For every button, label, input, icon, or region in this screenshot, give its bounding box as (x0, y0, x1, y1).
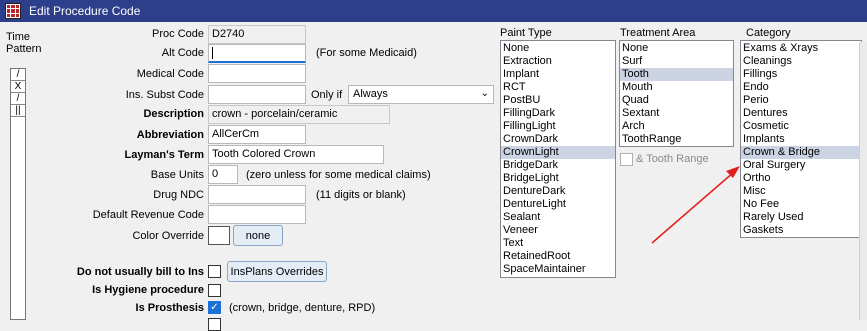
treatment-area-title: Treatment Area (620, 27, 696, 39)
base-units-hint: (zero unless for some medical claims) (246, 169, 431, 181)
do-not-bill-label: Do not usually bill to Ins (76, 266, 204, 278)
is-prosthesis-hint: (crown, bridge, denture, RPD) (229, 302, 376, 314)
list-item[interactable]: FillingDark (501, 107, 615, 120)
color-override-label: Color Override (132, 230, 204, 242)
list-item[interactable]: SpaceMaintainer (501, 263, 615, 276)
is-hygiene-label: Is Hygiene procedure (92, 284, 204, 296)
only-if-value: Always (353, 88, 388, 100)
proc-code-label: Proc Code (152, 28, 204, 40)
list-item[interactable]: RetainedRoot (501, 250, 615, 263)
list-item[interactable]: Sealant (501, 211, 615, 224)
paint-type-list[interactable]: None Extraction Implant RCT PostBU FillingDar… (500, 40, 616, 278)
description-field[interactable]: crown - porcelain/ceramic (208, 105, 390, 124)
is-prosthesis-checkbox[interactable]: ✓ (208, 301, 221, 314)
vertical-scrollbar[interactable] (859, 42, 867, 320)
do-not-bill-checkbox[interactable] (208, 265, 221, 278)
list-item[interactable]: None (620, 42, 733, 55)
abbreviation-label: Abbreviation (136, 129, 204, 141)
list-item[interactable]: Sextant (620, 107, 733, 120)
is-prosthesis-label: Is Prosthesis (135, 302, 204, 314)
list-item[interactable]: Surf (620, 55, 733, 68)
list-item[interactable]: CrownLight (501, 146, 615, 159)
drug-ndc-label: Drug NDC (153, 189, 204, 201)
list-item[interactable]: Ortho (741, 172, 861, 185)
laymans-term-label: Layman's Term (124, 149, 204, 161)
list-item[interactable]: None (501, 42, 615, 55)
category-title: Category (746, 27, 791, 39)
list-item[interactable]: No Fee (741, 198, 861, 211)
default-revenue-code-label: Default Revenue Code (92, 209, 204, 221)
app-icon (5, 3, 21, 19)
is-hygiene-checkbox[interactable] (208, 284, 221, 297)
list-item[interactable]: Perio (741, 94, 861, 107)
paint-type-title: Paint Type (500, 27, 552, 39)
list-item[interactable]: Implants (741, 133, 861, 146)
list-item[interactable]: CrownDark (501, 133, 615, 146)
tooth-range-checkbox[interactable] (620, 153, 633, 166)
list-item[interactable]: Text (501, 237, 615, 250)
base-units-label: Base Units (150, 169, 204, 181)
list-item[interactable]: Oral Surgery (741, 159, 861, 172)
list-item[interactable]: Cleanings (741, 55, 861, 68)
time-pattern-bar[interactable]: / X / || (10, 68, 26, 320)
proc-code-field: D2740 (208, 25, 306, 44)
list-item[interactable]: Veneer (501, 224, 615, 237)
list-item[interactable]: Misc (741, 185, 861, 198)
list-item[interactable]: Rarely Used (741, 211, 861, 224)
alt-code-input[interactable] (208, 44, 306, 63)
drug-ndc-hint: (11 digits or blank) (316, 189, 406, 201)
description-label: Description (143, 108, 204, 120)
list-item[interactable]: PostBU (501, 94, 615, 107)
alt-code-hint: (For some Medicaid) (316, 47, 417, 59)
medical-code-label: Medical Code (136, 68, 204, 80)
list-item[interactable]: Gaskets (741, 224, 861, 237)
laymans-term-input[interactable]: Tooth Colored Crown (208, 145, 384, 164)
base-units-input[interactable]: 0 (208, 165, 238, 184)
list-item[interactable]: Cosmetic (741, 120, 861, 133)
list-item[interactable]: Dentures (741, 107, 861, 120)
only-if-select[interactable]: Always ⌄ (348, 85, 494, 104)
ins-subst-code-input[interactable] (208, 85, 306, 104)
list-item[interactable]: Mouth (620, 81, 733, 94)
list-item[interactable]: Arch (620, 120, 733, 133)
alt-code-label: Alt Code (161, 47, 204, 59)
title-bar: Edit Procedure Code (0, 0, 867, 22)
list-item[interactable]: BridgeLight (501, 172, 615, 185)
list-item[interactable]: Implant (501, 68, 615, 81)
time-cell[interactable]: || (11, 105, 25, 117)
list-item[interactable]: RCT (501, 81, 615, 94)
only-if-label: Only if (311, 89, 343, 101)
list-item[interactable]: Quad (620, 94, 733, 107)
list-item[interactable]: Tooth (620, 68, 733, 81)
ins-subst-code-label: Ins. Subst Code (125, 89, 204, 101)
list-item[interactable]: Extraction (501, 55, 615, 68)
drug-ndc-input[interactable] (208, 185, 306, 204)
list-item[interactable]: FillingLight (501, 120, 615, 133)
chevron-down-icon: ⌄ (480, 88, 489, 99)
list-item[interactable]: DentureDark (501, 185, 615, 198)
medical-code-input[interactable] (208, 64, 306, 83)
pattern-label: Pattern (6, 43, 42, 55)
list-item[interactable]: BridgeDark (501, 159, 615, 172)
list-item[interactable]: Fillings (741, 68, 861, 81)
list-item[interactable]: DentureLight (501, 198, 615, 211)
list-item[interactable]: Endo (741, 81, 861, 94)
time-label: Time (6, 31, 31, 43)
time-cell[interactable]: / (11, 69, 25, 81)
category-list[interactable]: Exams & Xrays Cleanings Fillings Endo Perio D… (740, 40, 862, 238)
color-none-button[interactable]: none (233, 225, 283, 246)
default-revenue-code-input[interactable] (208, 205, 306, 224)
list-item[interactable]: Crown & Bridge (741, 146, 861, 159)
treatment-area-list[interactable]: None Surf Tooth Mouth Quad Sextant Arch ToothRa… (619, 40, 734, 147)
color-override-swatch[interactable] (208, 226, 230, 245)
window-title: Edit Procedure Code (29, 4, 141, 18)
time-cell[interactable]: / (11, 93, 25, 105)
list-item[interactable]: Exams & Xrays (741, 42, 861, 55)
annotation-arrow-icon (651, 166, 740, 244)
abbreviation-input[interactable]: AllCerCm (208, 125, 306, 144)
insplans-overrides-button[interactable]: InsPlans Overrides (227, 261, 327, 282)
time-cell[interactable]: X (11, 81, 25, 93)
